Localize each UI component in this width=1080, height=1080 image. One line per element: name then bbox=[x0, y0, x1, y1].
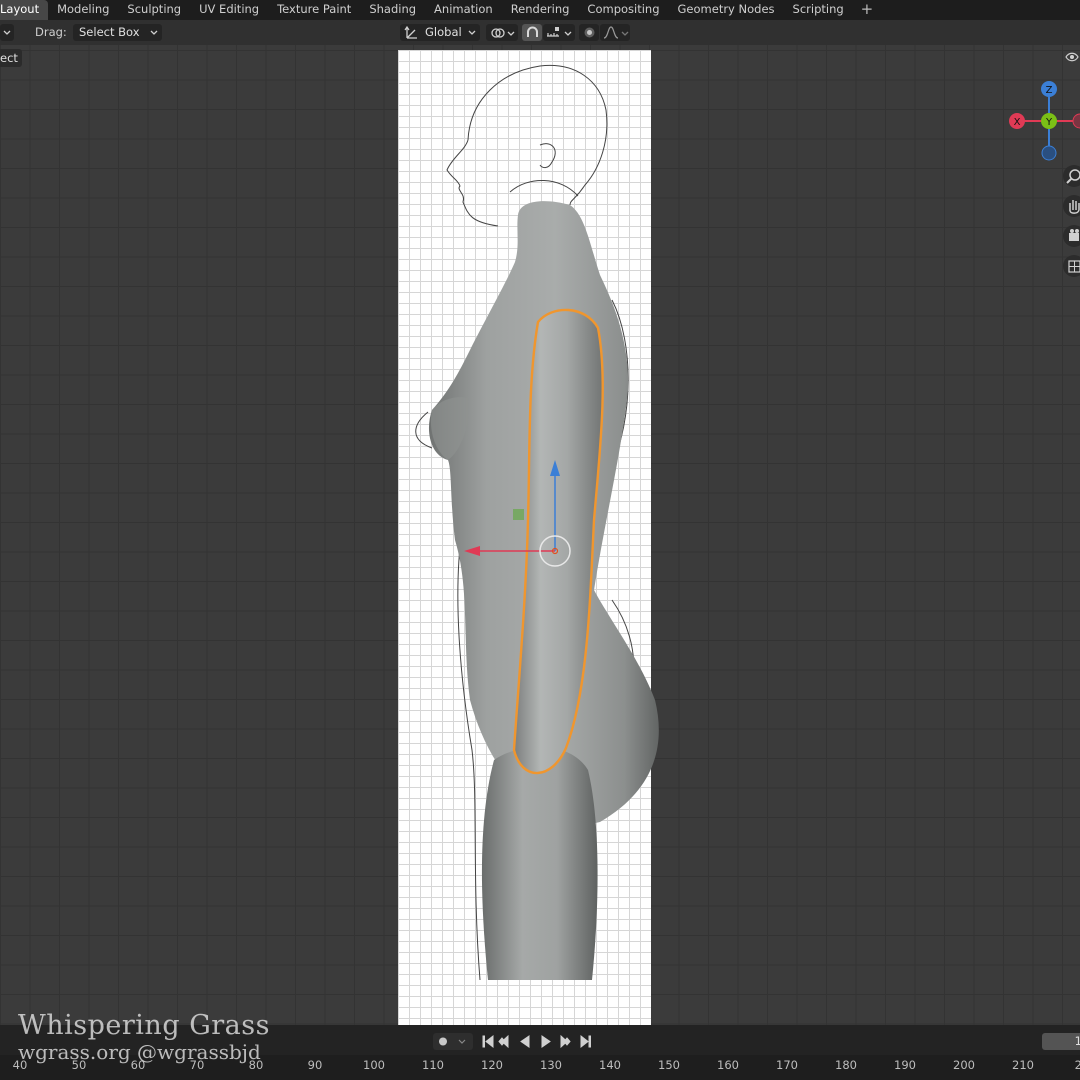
frame-tick-label: 140 bbox=[599, 1058, 621, 1072]
chevron-down-icon bbox=[150, 30, 158, 35]
keyframe-record-button[interactable] bbox=[433, 1033, 473, 1050]
proportional-edit-icon bbox=[584, 27, 595, 38]
grid-icon bbox=[1068, 260, 1080, 273]
frame-tick-label: 22 bbox=[1074, 1058, 1080, 1072]
add-workspace-button[interactable]: + bbox=[853, 0, 882, 20]
hand-icon bbox=[1069, 200, 1080, 214]
tab-animation[interactable]: Animation bbox=[425, 0, 502, 20]
magnet-icon bbox=[527, 26, 538, 37]
playback-buttons[interactable] bbox=[478, 1033, 598, 1050]
tab-uv-editing[interactable]: UV Editing bbox=[190, 0, 268, 20]
pivot-point-button[interactable] bbox=[486, 24, 518, 41]
tab-scripting[interactable]: Scripting bbox=[784, 0, 853, 20]
playback-controls: 1 bbox=[0, 1025, 1080, 1055]
z-axis-label: Z bbox=[1046, 85, 1053, 96]
tab-geometry-nodes[interactable]: Geometry Nodes bbox=[669, 0, 784, 20]
frame-tick-label: 120 bbox=[481, 1058, 503, 1072]
perspective-toggle-button[interactable] bbox=[1063, 255, 1080, 277]
leg bbox=[481, 746, 598, 980]
previous-keyframe-icon bbox=[498, 1034, 509, 1049]
record-icon bbox=[439, 1037, 466, 1046]
frame-tick-label: 210 bbox=[1012, 1058, 1034, 1072]
frame-tick-label: 90 bbox=[307, 1058, 323, 1072]
frame-tick-label: 160 bbox=[717, 1058, 739, 1072]
snap-increment-icon bbox=[547, 27, 572, 37]
snap-target-dropdown[interactable] bbox=[543, 24, 575, 41]
y-axis-label: Y bbox=[1045, 117, 1053, 128]
frame-tick-label: 130 bbox=[540, 1058, 562, 1072]
next-keyframe-icon bbox=[560, 1034, 571, 1049]
pivot-point-icon bbox=[491, 28, 515, 38]
timeline-editor: 1 40 50 60 70 80 90 100 110 120 130 140 150 160 170 18… bbox=[0, 1025, 1080, 1080]
tab-shading[interactable]: Shading bbox=[360, 0, 425, 20]
3d-viewport[interactable]: ect Z X Y bbox=[0, 45, 1080, 1025]
camera-view-button[interactable] bbox=[1063, 225, 1080, 247]
falloff-curve-icon bbox=[603, 26, 629, 39]
zoom-icon bbox=[1066, 169, 1080, 184]
proportional-edit-toggle[interactable] bbox=[579, 24, 599, 41]
tab-modeling[interactable]: Modeling bbox=[48, 0, 118, 20]
pan-button[interactable] bbox=[1063, 195, 1080, 217]
navigation-gizmo[interactable]: Z X Y bbox=[1000, 75, 1080, 165]
tab-texture-paint[interactable]: Texture Paint bbox=[268, 0, 360, 20]
frame-tick-label: 110 bbox=[422, 1058, 444, 1072]
tab-rendering[interactable]: Rendering bbox=[502, 0, 579, 20]
play-reverse-icon bbox=[520, 1035, 530, 1048]
mode-dropdown[interactable] bbox=[0, 24, 14, 41]
frame-tick-label: 80 bbox=[248, 1058, 264, 1072]
drag-mode-value: Select Box bbox=[79, 25, 140, 39]
frame-tick-label: 180 bbox=[835, 1058, 857, 1072]
frame-tick-label: 200 bbox=[953, 1058, 975, 1072]
orientation-value: Global bbox=[425, 25, 462, 39]
x-axis-label: X bbox=[1014, 117, 1021, 128]
neg-z-axis-handle[interactable] bbox=[1041, 145, 1057, 161]
frame-tick-label: 100 bbox=[363, 1058, 385, 1072]
frame-tick-label: 40 bbox=[12, 1058, 28, 1072]
frame-tick-label: 70 bbox=[189, 1058, 205, 1072]
workspace-tab-bar: Layout Modeling Sculpting UV Editing Tex… bbox=[0, 0, 1080, 20]
tab-sculpting[interactable]: Sculpting bbox=[118, 0, 190, 20]
current-frame-value: 1 bbox=[1074, 1034, 1080, 1048]
tab-layout[interactable]: Layout bbox=[0, 0, 49, 20]
jump-to-start-icon bbox=[482, 1034, 494, 1049]
snap-toggle[interactable] bbox=[522, 24, 542, 41]
eye-icon[interactable] bbox=[1064, 49, 1080, 65]
chevron-down-icon bbox=[468, 30, 476, 35]
transform-orientation-icon bbox=[404, 25, 417, 39]
drag-label: Drag: bbox=[35, 25, 67, 39]
frame-tick-label: 190 bbox=[894, 1058, 916, 1072]
play-icon bbox=[541, 1035, 551, 1048]
orientation-dropdown[interactable]: Global bbox=[400, 24, 480, 41]
sculpt-model[interactable] bbox=[0, 45, 1080, 1025]
frame-ruler[interactable]: 40 50 60 70 80 90 100 110 120 130 140 150 160 170 180 1… bbox=[0, 1055, 1080, 1080]
frame-tick-label: 60 bbox=[130, 1058, 146, 1072]
tab-compositing[interactable]: Compositing bbox=[578, 0, 668, 20]
drag-mode-dropdown[interactable]: Select Box bbox=[73, 24, 162, 41]
frame-tick-label: 170 bbox=[776, 1058, 798, 1072]
object-origin-marker bbox=[513, 509, 524, 520]
frame-tick-label: 150 bbox=[658, 1058, 680, 1072]
camera-icon bbox=[1069, 229, 1079, 241]
frame-tick-label: 50 bbox=[71, 1058, 87, 1072]
proportional-falloff-dropdown[interactable] bbox=[600, 24, 630, 41]
neg-x-axis-handle[interactable] bbox=[1072, 113, 1080, 129]
viewport-header: Drag: Select Box Global bbox=[0, 20, 1080, 45]
jump-to-end-icon bbox=[580, 1034, 591, 1049]
chevron-down-icon bbox=[3, 30, 11, 35]
zoom-button[interactable] bbox=[1063, 165, 1080, 187]
current-frame-field[interactable]: 1 bbox=[1042, 1033, 1080, 1050]
